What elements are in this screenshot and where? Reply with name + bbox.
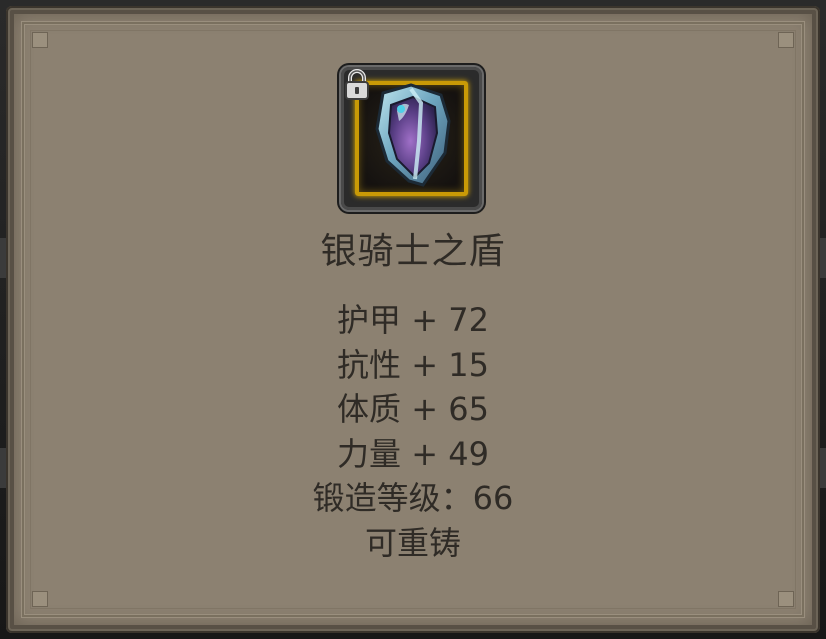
corner-ornament [32,591,48,607]
stat-armor: 护甲 + 72 [337,301,489,339]
lock-icon [345,69,369,100]
corner-ornament [778,591,794,607]
corner-ornament [778,32,794,48]
recastable-label: 可重铸 [364,523,461,562]
item-name: 银骑士之盾 [320,231,506,272]
shield-icon [375,83,451,187]
forge-level: 锻造等级：66 [312,479,514,517]
stat-list: 护甲 + 72 抗性 + 15 体质 + 65 力量 + 49 锻造等级：66 … [0,298,826,565]
stat-constitution: 体质 + 65 [337,390,489,428]
stat-resistance: 抗性 + 15 [337,345,489,384]
stat-strength: 力量 + 49 [337,434,489,473]
tooltip-window: 银骑士之盾 护甲 + 72 抗性 + 15 体质 + 65 力量 + 49 锻造… [0,0,826,639]
corner-ornament [32,32,48,48]
